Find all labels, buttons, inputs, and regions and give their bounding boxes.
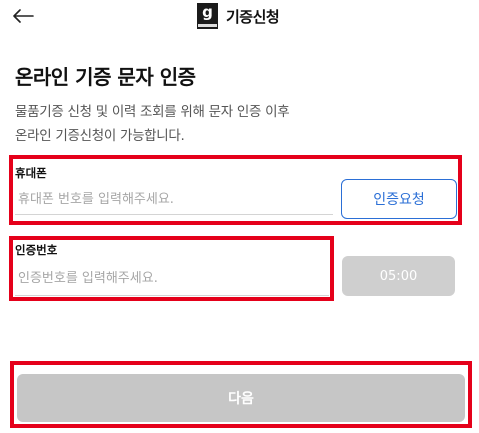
description-line-2: 온라인 기증신청이 가능합니다. (15, 128, 185, 144)
auth-code-input[interactable] (15, 262, 329, 296)
auth-code-label: 인증번호 (15, 243, 58, 257)
next-button[interactable]: 다음 (17, 374, 465, 422)
request-auth-button[interactable]: 인증요청 (341, 179, 457, 219)
description-line-1: 물품기증 신청 및 이력 조회를 위해 문자 인증 이후 (15, 104, 290, 120)
goodwill-logo-icon: g (197, 3, 218, 29)
phone-input[interactable] (15, 185, 333, 215)
app-header: g 기증신청 (0, 0, 479, 36)
back-button[interactable] (10, 4, 36, 28)
header-title: 기증신청 (226, 7, 280, 26)
phone-label: 휴대폰 (15, 166, 47, 180)
arrow-left-icon (13, 9, 34, 23)
header-brand: g 기증신청 (197, 3, 280, 29)
auth-timer: 05:00 (342, 256, 455, 296)
page-description: 물품기증 신청 및 이력 조회를 위해 문자 인증 이후 온라인 기증신청이 가… (15, 100, 455, 148)
page-title: 온라인 기증 문자 인증 (15, 65, 196, 89)
